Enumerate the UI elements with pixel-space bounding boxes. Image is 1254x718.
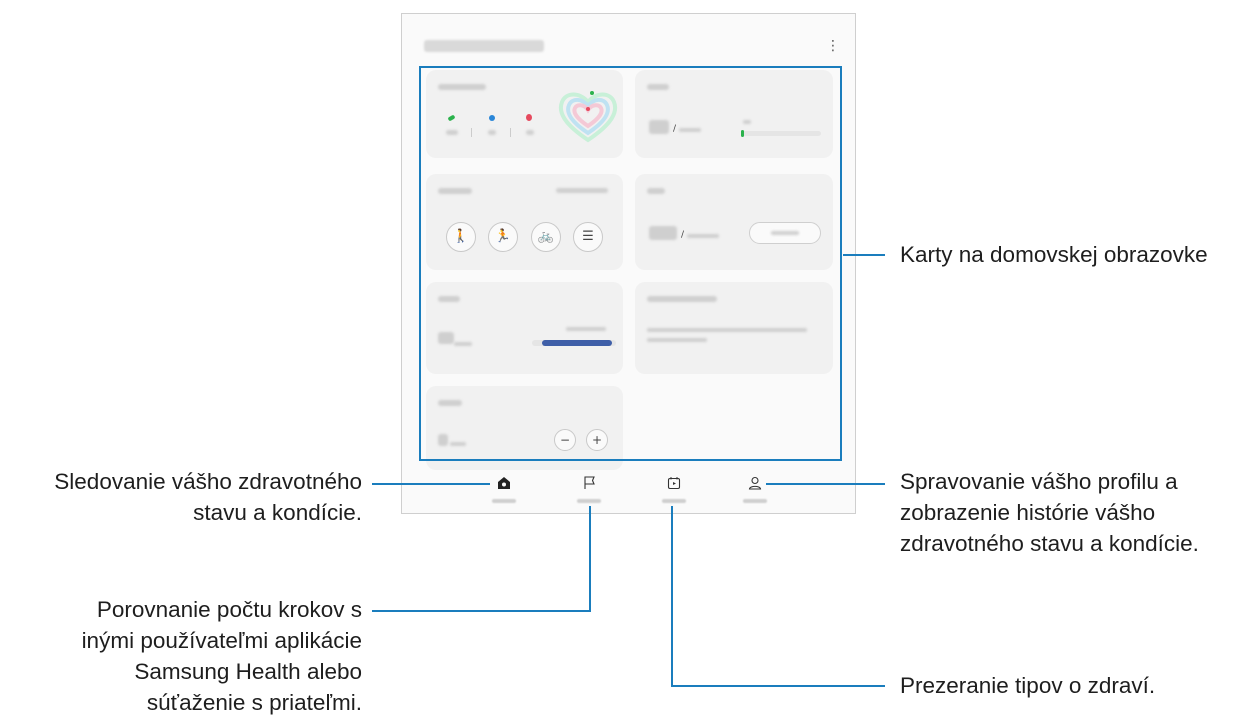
card-title	[438, 84, 486, 90]
person-icon	[735, 476, 775, 494]
view-history-link[interactable]	[556, 188, 608, 193]
card-title	[438, 188, 472, 194]
tablet-screen: ⋮ / 🚶 🏃 🚲 ☰ / − +	[401, 13, 856, 514]
app-title	[424, 40, 544, 52]
sleep-bar-fill	[542, 340, 612, 346]
cycling-icon[interactable]: 🚲	[531, 222, 561, 252]
callout-home-line1: Sledovanie vášho zdravotného	[54, 469, 362, 494]
callout-fitness: Prezeranie tipov o zdraví.	[900, 673, 1156, 698]
nav-fitness-label	[662, 499, 686, 503]
card-title	[647, 188, 665, 194]
calories-icon	[526, 114, 532, 121]
steps-value	[446, 130, 458, 135]
steps-percent	[743, 120, 751, 124]
callout-mypage: Spravovanie vášho profilu a zobrazenie h…	[900, 466, 1250, 559]
plus-icon[interactable]: +	[586, 429, 608, 451]
steps-goal: /	[673, 124, 677, 134]
nav-home-label	[492, 499, 516, 503]
home-icon	[484, 476, 524, 494]
callout-home: Sledovanie vášho zdravotného stavu a kon…	[0, 466, 362, 528]
steps-value	[649, 120, 669, 134]
walking-icon[interactable]: 🚶	[446, 222, 476, 252]
steps-card[interactable]: /	[635, 70, 833, 158]
play-calendar-icon	[654, 476, 694, 494]
food-goal: /	[681, 230, 685, 240]
sleep-value	[438, 332, 454, 344]
more-vertical-icon[interactable]: ⋮	[826, 36, 840, 56]
nav-together-label	[577, 499, 601, 503]
nav-my-page[interactable]	[735, 476, 775, 506]
callout-mypage-line1: Spravovanie vášho profilu a	[900, 469, 1178, 494]
nav-home[interactable]	[484, 476, 524, 506]
nav-my-page-label	[743, 499, 767, 503]
callout-together-line2: inými používateľmi aplikácie	[81, 628, 362, 653]
card-title	[647, 296, 717, 302]
activity-heart-icon	[558, 91, 618, 143]
food-goal-text	[687, 234, 719, 238]
body-composition-text-line2	[647, 338, 707, 342]
callout-together-line3: Samsung Health alebo	[134, 659, 362, 684]
running-icon[interactable]: 🏃	[488, 222, 518, 252]
sleep-time-range	[566, 327, 606, 331]
card-title	[647, 84, 669, 90]
sleep-value-sub	[454, 342, 472, 346]
callout-line-fitness-h	[671, 685, 885, 687]
active-minutes-value	[488, 130, 496, 135]
water-card[interactable]: − +	[426, 386, 623, 470]
calories-value	[526, 130, 534, 135]
water-value	[438, 434, 448, 446]
callout-line-mypage	[766, 483, 885, 485]
flag-icon	[569, 476, 609, 494]
daily-activity-card[interactable]	[426, 70, 623, 158]
callout-mypage-line3: zdravotného stavu a kondície.	[900, 531, 1199, 556]
list-icon[interactable]: ☰	[573, 222, 603, 252]
body-composition-card[interactable]	[635, 282, 833, 374]
callout-line-fitness-v	[671, 506, 673, 687]
callout-line-together-v	[589, 506, 591, 612]
steps-progress-bar	[741, 131, 821, 136]
callout-line-together-h	[372, 610, 591, 612]
callout-mypage-line2: zobrazenie histórie vášho	[900, 500, 1156, 525]
steps-goal-text	[679, 128, 701, 132]
divider	[510, 128, 511, 137]
minus-icon[interactable]: −	[554, 429, 576, 451]
callout-together-line1: Porovnanie počtu krokov s	[96, 597, 362, 622]
food-card[interactable]: /	[635, 174, 833, 270]
steps-icon	[447, 114, 456, 122]
callout-cards: Karty na domovskej obrazovke	[900, 242, 1208, 267]
card-title	[438, 400, 462, 406]
nav-together[interactable]	[569, 476, 609, 506]
exercise-card[interactable]: 🚶 🏃 🚲 ☰	[426, 174, 623, 270]
body-composition-text-line1	[647, 328, 807, 332]
callout-together-line4: súťaženie s priateľmi.	[146, 690, 362, 715]
card-title	[438, 296, 460, 302]
nav-fitness[interactable]	[654, 476, 694, 506]
sleep-card[interactable]	[426, 282, 623, 374]
callout-line-cards	[843, 254, 885, 256]
food-value	[649, 226, 677, 240]
record-button[interactable]	[749, 222, 821, 244]
divider	[471, 128, 472, 137]
steps-progress-fill	[741, 130, 744, 137]
callout-together: Porovnanie počtu krokov s inými používat…	[0, 594, 362, 718]
callout-home-line2: stavu a kondície.	[193, 500, 362, 525]
water-unit	[450, 442, 466, 446]
active-time-icon	[489, 115, 495, 121]
callout-line-home	[372, 483, 490, 485]
